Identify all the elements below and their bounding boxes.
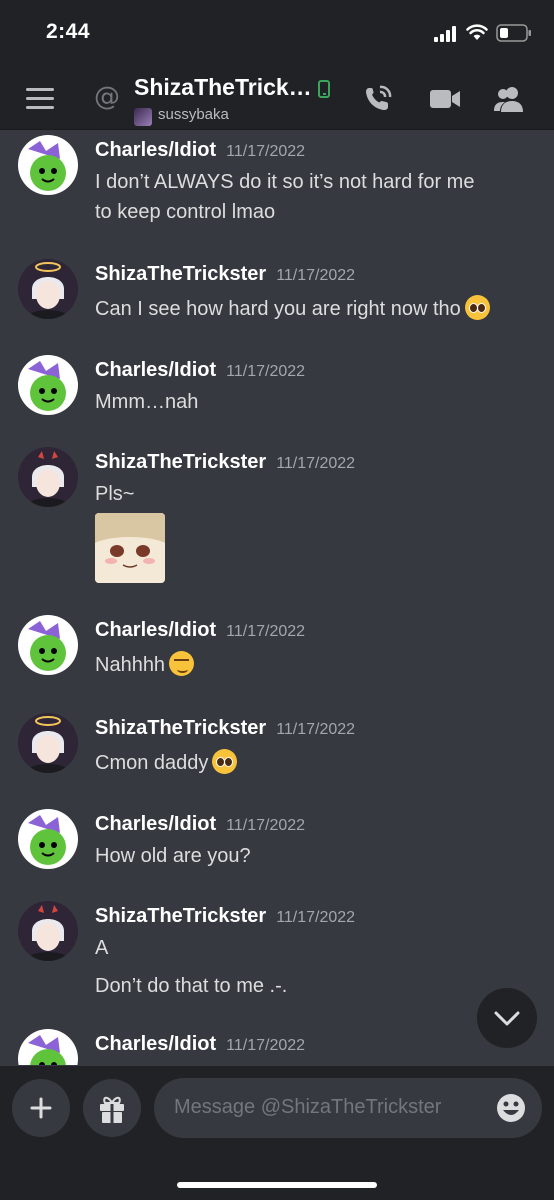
- at-sign-icon: @: [94, 82, 120, 112]
- status-time: 2:44: [46, 20, 91, 43]
- add-attachment-button[interactable]: [12, 1079, 70, 1137]
- message-author[interactable]: Charles/Idiot 11/17/2022: [95, 139, 305, 162]
- avatar[interactable]: [18, 447, 78, 507]
- chevron-down-icon: [494, 1011, 520, 1026]
- avatar[interactable]: [18, 355, 78, 415]
- phone-call-icon[interactable]: [362, 84, 396, 114]
- message-timestamp: 11/17/2022: [276, 721, 356, 738]
- message-timestamp: 11/17/2022: [226, 143, 306, 160]
- message-text: Nahhhh: [95, 651, 195, 677]
- message-text: Cmon daddy: [95, 749, 238, 775]
- custom-status-emoji: [134, 108, 152, 126]
- message-author[interactable]: Charles/Idiot 11/17/2022: [95, 359, 305, 382]
- mobile-online-icon: [318, 80, 330, 98]
- gift-nitro-button[interactable]: [83, 1079, 141, 1137]
- pleading-face-emoji: [212, 749, 238, 774]
- message-author[interactable]: ShizaTheTrickster 11/17/2022: [95, 451, 355, 474]
- avatar[interactable]: [18, 1029, 78, 1065]
- wifi-icon: [466, 24, 488, 40]
- message-text: Mmm…nah: [95, 391, 199, 413]
- menu-icon[interactable]: [26, 88, 56, 110]
- message-author[interactable]: ShizaTheTrickster 11/17/2022: [95, 263, 355, 286]
- message-timestamp: 11/17/2022: [276, 455, 356, 472]
- home-indicator: [177, 1182, 377, 1188]
- emoji-icon[interactable]: [496, 1093, 526, 1123]
- avatar[interactable]: [18, 809, 78, 869]
- message-author[interactable]: ShizaTheTrickster 11/17/2022: [95, 905, 355, 928]
- message-author[interactable]: Charles/Idiot 11/17/2022: [95, 813, 305, 836]
- message-text: to keep control lmao: [95, 201, 276, 223]
- message-text: Don’t do that to me .-.: [95, 975, 288, 997]
- message-text: How old are you?: [95, 845, 251, 867]
- plus-icon: [30, 1097, 52, 1119]
- avatar[interactable]: [18, 901, 78, 961]
- message-text: I don’t ALWAYS do it so it’s not hard fo…: [95, 171, 475, 193]
- dm-recipient-name[interactable]: ShizaTheTrick…: [134, 74, 312, 101]
- message-timestamp: 11/17/2022: [226, 363, 306, 380]
- smirking-face-emoji: [169, 651, 195, 676]
- message-input-placeholder: Message @ShizaTheTrickster: [174, 1096, 442, 1118]
- video-camera-icon[interactable]: [428, 84, 462, 114]
- image-attachment[interactable]: [95, 513, 165, 583]
- message-author[interactable]: ShizaTheTrickster 11/17/2022: [95, 717, 355, 740]
- message-timestamp: 11/17/2022: [226, 1037, 306, 1054]
- message-timestamp: 11/17/2022: [226, 817, 306, 834]
- battery-icon: [496, 24, 531, 42]
- avatar[interactable]: [18, 713, 78, 773]
- message-author[interactable]: Charles/Idiot 11/17/2022: [95, 619, 305, 642]
- message-author[interactable]: Charles/Idiot 11/17/2022: [95, 1033, 305, 1056]
- gift-icon: [100, 1096, 124, 1123]
- avatar[interactable]: [18, 615, 78, 675]
- cellular-signal-icon: [434, 26, 458, 42]
- pleading-face-emoji: [464, 295, 490, 320]
- members-icon[interactable]: [492, 84, 526, 114]
- message-input[interactable]: Message @ShizaTheTrickster: [154, 1078, 542, 1138]
- message-timestamp: 11/17/2022: [226, 623, 306, 640]
- message-list[interactable]: Charles/Idiot 11/17/2022 I don’t ALWAYS d…: [0, 131, 554, 1065]
- channel-header: @ ShizaTheTrick… sussybaka: [0, 68, 554, 130]
- status-bar: 2:44: [0, 0, 554, 68]
- message-timestamp: 11/17/2022: [276, 267, 356, 284]
- avatar[interactable]: [18, 135, 78, 195]
- custom-status-text: sussybaka: [158, 106, 229, 123]
- composer-bar: Message @ShizaTheTrickster: [0, 1066, 554, 1200]
- message-text: A: [95, 937, 109, 959]
- message-text: Can I see how hard you are right now tho: [95, 295, 490, 321]
- message-text: Pls~: [95, 483, 135, 505]
- message-timestamp: 11/17/2022: [276, 909, 356, 926]
- jump-to-present-button[interactable]: [477, 988, 537, 1048]
- avatar[interactable]: [18, 259, 78, 319]
